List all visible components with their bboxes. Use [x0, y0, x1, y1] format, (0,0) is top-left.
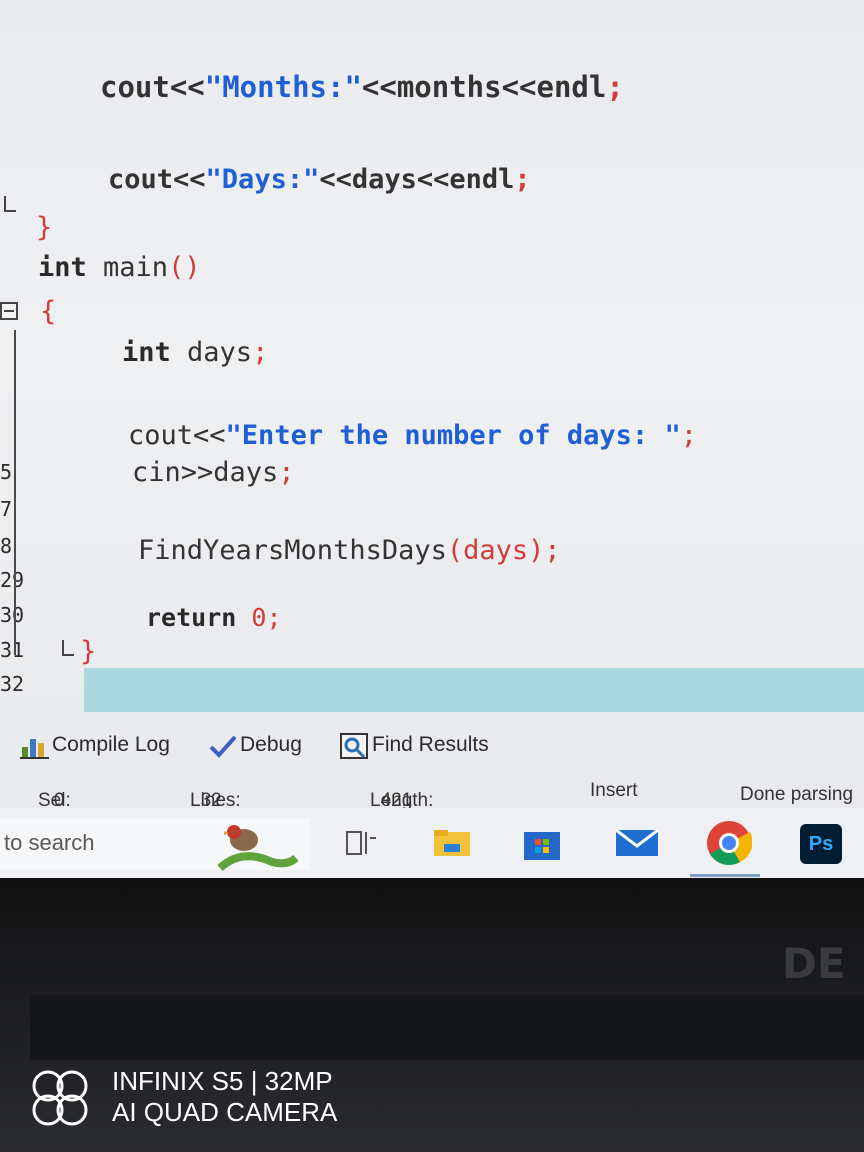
- bird-widget-icon[interactable]: [212, 818, 302, 878]
- code-line-main: int main(): [38, 252, 201, 283]
- code-line-declare: int days;: [122, 337, 269, 368]
- camera-model: INFINIX S5 | 32MP: [112, 1066, 333, 1096]
- panel-tabs: Compile Log Debug Find Results: [0, 722, 864, 768]
- camera-watermark-logo: [28, 1066, 94, 1132]
- code-line-return: return 0;: [146, 603, 282, 632]
- photoshop-icon[interactable]: Ps: [800, 824, 842, 864]
- tab-debug[interactable]: Debug: [208, 728, 302, 762]
- code-open-brace: {: [40, 296, 57, 327]
- chrome-icon[interactable]: [706, 820, 753, 865]
- line-number: 31: [0, 638, 25, 662]
- current-line-highlight: [84, 668, 864, 712]
- camera-spec: AI QUAD CAMERA: [112, 1097, 338, 1127]
- code-editor[interactable]: 5 7 8 29 30 31 32 cout<<"Months:"<<month…: [0, 0, 864, 720]
- microsoft-store-icon[interactable]: [522, 826, 560, 860]
- tab-label: Compile Log: [52, 733, 170, 756]
- line-number: 7: [0, 497, 13, 521]
- code-line-cin: cin>>days;: [132, 457, 295, 488]
- tab-label: Debug: [240, 733, 302, 756]
- active-app-indicator: [690, 874, 760, 877]
- camera-watermark-text: INFINIX S5 | 32MP AI QUAD CAMERA: [112, 1066, 337, 1128]
- length-status: Length: 421: [370, 790, 434, 811]
- lines-status: Lines: 32: [190, 790, 241, 811]
- tab-find-results[interactable]: Find Results: [340, 728, 489, 762]
- selection-status: Sel: 0: [38, 790, 71, 811]
- svg-text:DE: DE: [782, 939, 846, 988]
- laptop-hinge: [30, 995, 864, 1060]
- tab-label: Find Results: [372, 733, 489, 756]
- find-icon: [340, 733, 368, 759]
- mail-icon[interactable]: [614, 826, 659, 860]
- task-view-icon[interactable]: [344, 826, 380, 860]
- status-bar: Sel: 0 Lines: 32 Length: 421 Insert Done…: [0, 770, 864, 811]
- code-end-brace: }: [80, 636, 97, 667]
- fold-end-marker: [4, 196, 16, 212]
- code-close-brace: }: [36, 212, 53, 243]
- line-number: 5: [0, 460, 13, 484]
- bar-chart-icon: [20, 733, 49, 759]
- line-number-gutter: 5 7 8 29 30 31 32: [0, 0, 34, 720]
- line-number: 30: [0, 603, 25, 627]
- line-number: 32: [0, 672, 25, 696]
- file-explorer-icon[interactable]: [432, 826, 470, 860]
- line-number: 8: [0, 534, 13, 558]
- code-line-prompt: cout<<"Enter the number of days: ";: [128, 420, 697, 451]
- parse-status: Done parsing: [740, 784, 854, 805]
- code-line-call: FindYearsMonthsDays(days);: [138, 535, 561, 566]
- laptop-screen: 5 7 8 29 30 31 32 cout<<"Months:"<<month…: [0, 0, 864, 878]
- fold-guide: [14, 330, 16, 655]
- fold-end-marker: [62, 640, 74, 656]
- line-number: 29: [0, 568, 25, 592]
- code-line-days: cout<<"Days:"<<days<<endl;: [108, 164, 531, 195]
- search-placeholder: to search: [4, 830, 95, 855]
- code-line-months: cout<<"Months:"<<months<<endl;: [100, 70, 624, 104]
- taskbar-search[interactable]: to search: [0, 818, 310, 872]
- tab-compile-log[interactable]: Compile Log: [20, 728, 170, 762]
- windows-taskbar: to search Ps: [0, 808, 864, 878]
- dell-logo: DE: [782, 938, 864, 988]
- insert-mode-status: Insert: [590, 780, 638, 801]
- fold-toggle-icon[interactable]: [0, 302, 18, 320]
- checkmark-icon: [208, 733, 237, 758]
